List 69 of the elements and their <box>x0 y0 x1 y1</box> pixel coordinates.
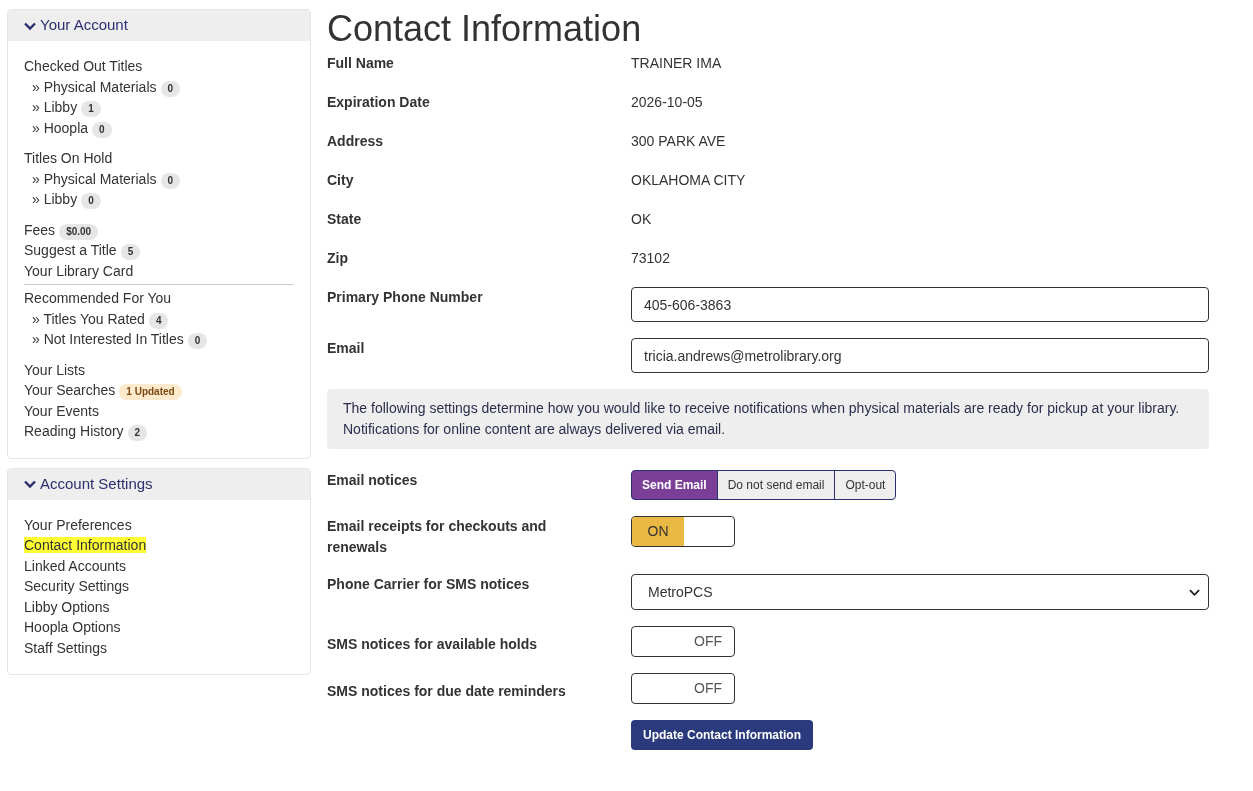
option-button[interactable]: Opt-out <box>834 470 897 500</box>
count-badge: 2 <box>127 425 148 441</box>
count-badge: 4 <box>148 312 169 329</box>
sidebar-link[interactable]: Your Lists <box>24 361 85 378</box>
sidebar-link[interactable]: Reading History <box>24 423 124 439</box>
sidebar-link[interactable]: » Titles You Rated <box>32 310 145 327</box>
input-field[interactable]: 405-606-3863 <box>631 287 1209 322</box>
sidebar-link[interactable]: Contact Information <box>24 537 147 553</box>
update-button[interactable]: Update Contact Information <box>631 720 813 750</box>
field-label: Zip <box>327 249 349 268</box>
sidebar-link[interactable]: Your Searches <box>24 382 116 398</box>
field-label: Email <box>327 339 366 358</box>
sidebar-link[interactable]: Recommended For You <box>24 290 172 306</box>
field-label: Full Name <box>327 54 395 73</box>
field-label: Phone Carrier for SMS notices <box>327 575 531 594</box>
sidebar-link[interactable]: Linked Accounts <box>24 557 126 574</box>
count-badge: 0 <box>160 80 181 97</box>
field-value: TRAINER IMA <box>631 54 722 73</box>
count-badge: 0 <box>92 121 112 138</box>
sidebar-link[interactable]: Your Preferences <box>24 516 132 533</box>
field-label: City <box>327 171 355 190</box>
sidebar-link[interactable]: Hoopla Options <box>24 619 121 635</box>
sidebar-link[interactable]: » Libby <box>32 191 78 207</box>
field-value: 73102 <box>631 249 670 268</box>
field-label: Expiration Date <box>327 93 431 112</box>
input-field[interactable]: tricia.andrews@metrolibrary.org <box>631 338 1209 373</box>
sidebar-link[interactable]: Security Settings <box>24 578 130 594</box>
sidebar-link[interactable]: Titles On Hold <box>24 150 113 166</box>
sidebar-link[interactable]: » Not Interested In Titles <box>32 331 184 347</box>
count-badge: 1 <box>81 101 101 117</box>
field-label: Email notices <box>327 471 419 490</box>
toggle-switch[interactable]: ON <box>631 516 735 547</box>
sidebar-link[interactable]: Fees <box>24 221 56 238</box>
sidebar-link[interactable]: Your Library Card <box>24 262 134 279</box>
field-value: OK <box>631 210 652 229</box>
carrier-dropdown[interactable]: MetroPCS <box>631 574 1209 610</box>
option-button[interactable]: Do not send email <box>716 470 836 500</box>
sidebar-link[interactable]: » Hoopla <box>32 119 89 136</box>
sidebar-link[interactable]: » Physical Materials <box>32 170 157 187</box>
count-badge: 0 <box>81 193 101 209</box>
panel-header[interactable]: Account Settings <box>8 468 310 500</box>
sidebar-link[interactable]: Staff Settings <box>24 639 107 656</box>
field-value: 2026-10-05 <box>631 93 703 112</box>
field-label: Email receipts for checkouts and renewals <box>327 517 548 557</box>
count-badge: 0 <box>160 172 181 189</box>
field-label: Primary Phone Number <box>327 288 484 307</box>
field-label: SMS notices for due date reminders <box>327 682 567 701</box>
field-label: State <box>327 210 363 229</box>
sidebar-link[interactable]: Suggest a Title <box>24 242 117 258</box>
sidebar-link[interactable]: Your Events <box>24 402 99 419</box>
count-badge: 5 <box>120 244 141 260</box>
info-notice: The following settings determine how you would like to receive notifications when physical materials are ready for pickup at your library. Notifications for online content are always delivered via email. <box>327 389 1209 449</box>
count-badge: $0.00 <box>59 223 99 240</box>
chevron-down-icon <box>24 478 36 490</box>
toggle-switch[interactable]: OFF <box>631 626 735 657</box>
count-badge: 1 Updated <box>119 384 182 400</box>
sidebar-link[interactable]: » Libby <box>32 99 78 115</box>
field-value: 300 PARK AVE <box>631 132 726 151</box>
panel-header[interactable]: Your Account <box>8 10 310 41</box>
field-label: Address <box>327 132 385 151</box>
sidebar-link[interactable]: Libby Options <box>24 598 110 615</box>
count-badge: 0 <box>187 333 208 349</box>
option-button[interactable]: Send Email <box>631 470 718 500</box>
sidebar-link[interactable]: Checked Out Titles <box>24 58 143 74</box>
page-title: Contact Information <box>327 9 643 49</box>
field-value: OKLAHOMA CITY <box>631 171 746 190</box>
sidebar-link[interactable]: » Physical Materials <box>32 78 157 95</box>
toggle-switch[interactable]: OFF <box>631 673 735 704</box>
field-label: SMS notices for available holds <box>327 635 539 654</box>
